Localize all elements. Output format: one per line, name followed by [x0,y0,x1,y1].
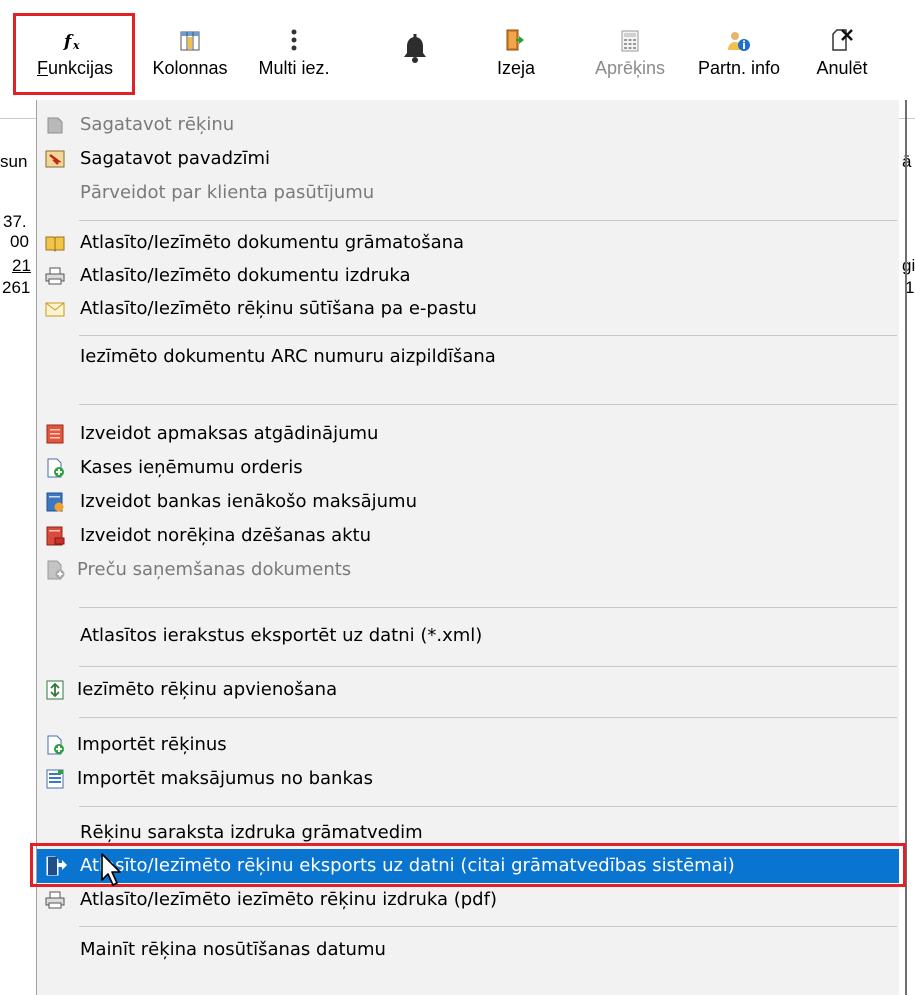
anulet-label: Anulēt [816,58,868,78]
bg-grid-cell: 00 [10,232,29,251]
kolonnas-button[interactable]: Kolonnas [142,18,238,90]
menu-item-importet-maksajumus[interactable]: Importēt maksājumus no bankas [37,762,899,796]
merge-icon [45,680,65,700]
menu-item-bankas-maksajums[interactable]: Izveidot bankas ienākošo maksājumu [37,485,899,519]
menu-item-label: Mainīt rēķina nosūtīšanas datumu [80,939,386,960]
menu-separator [79,666,897,667]
vertical-dots-icon [244,18,344,52]
envelope-icon [45,299,65,319]
bg-grid-cell: gi [902,256,915,275]
menu-item-label: Kases ieņēmumu orderis [80,457,303,478]
partner-info-icon [684,18,794,52]
menu-item-label: Importēt rēķinus [77,734,227,755]
menu-separator [79,404,897,405]
menu-item-label: Rēķinu saraksta izdruka grāmatvedim [80,822,423,843]
aprekins-button[interactable]: Aprēķins [578,18,682,90]
menu-item-sagatavot-pavadzimi[interactable]: Sagatavot pavadzīmi [37,142,899,176]
toolbar: fx Funkcijas Kolonnas Multi iez. Izeja A… [0,0,915,100]
goods-receipt-icon [45,560,65,580]
menu-item-kases-orderis[interactable]: Kases ieņēmumu orderis [37,451,899,485]
invoice-icon [45,115,65,135]
menu-item-eksportet-xml[interactable]: Atlasītos ierakstus eksportēt uz datni (… [37,619,899,653]
menu-item-nosutisanas-datums[interactable]: Mainīt rēķina nosūtīšanas datumu [37,933,899,967]
menu-item-epasts[interactable]: Atlasīto/Iezīmēto rēķinu sūtīšana pa e-p… [37,292,899,326]
menu-item-label: Izveidot apmaksas atgādinājumu [80,423,379,444]
reminder-icon [45,424,65,444]
menu-item-label: Sagatavot rēķinu [80,114,235,135]
bank-payment-icon [45,492,65,512]
menu-separator [79,607,897,608]
menu-item-label: Pārveidot par klienta pasūtījumu [80,182,375,203]
partn-info-button[interactable]: Partn. info [684,18,794,90]
import-invoice-icon [45,735,65,755]
bg-grid-cell: sun [0,152,28,171]
menu-item-precu-sanemsana[interactable]: Preču saņemšanas dokuments [37,553,899,587]
menu-item-label: Importēt maksājumus no bankas [77,768,373,789]
bg-grid-cell: 37. [3,212,27,231]
menu-item-izdruka-pdf[interactable]: Atlasīto/Iezīmēto iezīmēto rēķinu izdruk… [37,883,899,917]
izeja-button[interactable]: Izeja [484,18,548,90]
menu-item-label: Atlasīto/Iezīmēto dokumentu izdruka [80,265,411,286]
menu-item-parveidot-pasutijumu[interactable]: Pārveidot par klienta pasūtījumu [37,176,899,210]
columns-icon [142,18,238,52]
bg-grid-cell: 21 [12,256,31,275]
menu-item-label: Atlasīto/Iezīmēto rēķinu sūtīšana pa e-p… [80,298,477,319]
bell-icon [390,18,440,64]
cash-order-icon [45,458,65,478]
menu-item-gramatosana[interactable]: Atlasīto/Iezīmēto dokumentu grāmatošana [37,226,899,260]
menu-separator [79,806,897,807]
kolonnas-label: Kolonnas [152,58,228,78]
menu-separator [79,926,897,927]
menu-item-atgadinajums[interactable]: Izveidot apmaksas atgādinājumu [37,417,899,451]
funkcijas-highlight-box [13,13,135,95]
printer-icon [45,266,65,286]
cancel-document-icon [802,18,882,52]
menu-separator [79,335,897,336]
izeja-label: Izeja [496,58,536,78]
menu-separator [79,220,897,221]
partn-info-label: Partn. info [697,58,781,78]
menu-item-label: Atlasītos ierakstus eksportēt uz datni (… [80,625,483,646]
waybill-icon [45,149,65,169]
selected-item-highlight-box [30,843,906,887]
book-icon [45,233,65,253]
menu-item-label: Izveidot norēķina dzēšanas aktu [80,525,371,546]
multi-iez-button[interactable]: Multi iez. [244,18,344,90]
menu-item-dzesanas-akts[interactable]: Izveidot norēķina dzēšanas aktu [37,519,899,553]
bell-button[interactable] [390,18,440,90]
aprekins-label: Aprēķins [594,58,666,78]
menu-item-label: Iezīmēto dokumentu ARC numuru aizpildīša… [80,346,496,367]
menu-item-label: Sagatavot pavadzīmi [80,148,270,169]
menu-item-label: Izveidot bankas ienākošo maksājumu [80,491,417,512]
menu-item-label: Atlasīto/Iezīmēto iezīmēto rēķinu izdruk… [80,889,497,910]
menu-item-apvienosana[interactable]: Iezīmēto rēķinu apvienošana [37,673,899,707]
bg-grid-cell: 261 [2,278,31,297]
import-bank-icon [45,769,65,789]
menu-item-sagatavot-rekinu[interactable]: Sagatavot rēķinu [37,108,899,142]
menu-item-label: Atlasīto/Iezīmēto dokumentu grāmatošana [80,232,465,253]
multi-iez-label: Multi iez. [258,58,330,78]
menu-item-label: Iezīmēto rēķinu apvienošana [77,679,338,700]
anulet-button[interactable]: Anulēt [802,18,882,90]
menu-item-arc-numuri[interactable]: Iezīmēto dokumentu ARC numuru aizpildīša… [37,340,899,374]
printer-icon [45,890,65,910]
menu-item-label: Preču saņemšanas dokuments [77,559,352,580]
menu-item-importet-rekinus[interactable]: Importēt rēķinus [37,728,899,762]
mouse-cursor-icon [101,853,121,886]
calculator-icon [578,18,682,52]
menu-item-dokumentu-izdruka[interactable]: Atlasīto/Iezīmēto dokumentu izdruka [37,259,899,293]
settlement-act-icon [45,526,65,546]
exit-door-icon [484,18,548,52]
menu-separator [79,717,897,718]
